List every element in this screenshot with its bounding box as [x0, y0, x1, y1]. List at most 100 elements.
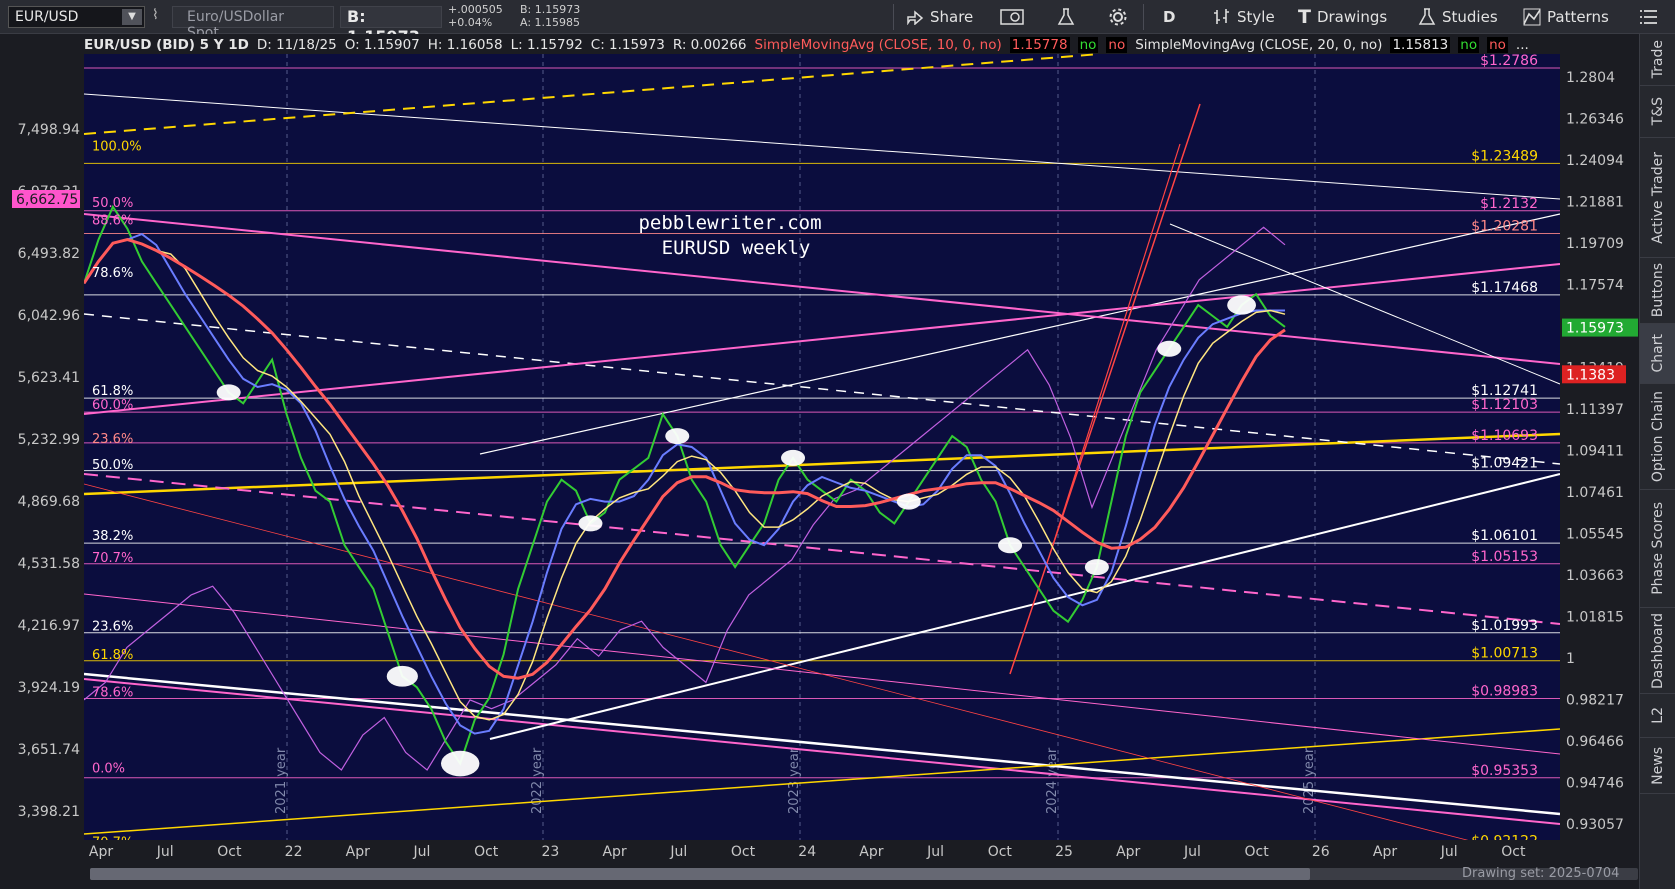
- side-tab-active-trader[interactable]: Active Trader: [1640, 138, 1675, 258]
- fib-label: 50.0%: [92, 196, 133, 211]
- right-axis-tick: 0.98217: [1566, 693, 1624, 709]
- symbol-dropdown-icon[interactable]: ▼: [122, 9, 142, 25]
- side-panel-tabs: Trade T&S Active Trader Buttons Chart Option …: [1639, 34, 1675, 889]
- pivot-marker: [896, 493, 921, 510]
- chart-title: pebblewriter.com: [638, 212, 821, 234]
- drawings-label: Drawings: [1316, 8, 1388, 26]
- x-axis-tick: 26: [1312, 844, 1330, 860]
- right-axis-tick: 1.24094: [1566, 153, 1624, 169]
- x-axis-tick: Jul: [1440, 844, 1458, 860]
- menu-icon: [1640, 10, 1657, 24]
- studies-button[interactable]: Studies: [1410, 5, 1506, 29]
- alerts-button[interactable]: [992, 5, 1032, 29]
- share-icon: [907, 10, 924, 25]
- side-tab-buttons[interactable]: Buttons: [1640, 258, 1675, 324]
- left-axis-tick: 4,216.97: [18, 618, 80, 634]
- right-axis-tick: 1.11397: [1566, 402, 1624, 418]
- side-tab-phase-scores[interactable]: Phase Scores: [1640, 490, 1675, 608]
- change-value: +.000505: [448, 3, 503, 16]
- header-more[interactable]: ...: [1516, 37, 1529, 53]
- red-price-text: 1.1383: [1566, 367, 1615, 383]
- right-axis-tick: 1.01815: [1566, 610, 1624, 626]
- gear-icon: [1109, 8, 1127, 26]
- side-tab-label: Chart: [1650, 334, 1666, 373]
- left-axis-marker: 6,662.75: [16, 192, 78, 208]
- level-label: $0.95353: [1471, 763, 1538, 779]
- symbol-input[interactable]: EUR/USD ▼: [8, 6, 145, 28]
- drawing-set-label: Drawing set: 2025-0704: [1462, 866, 1620, 881]
- level-label: $1.20281: [1471, 218, 1538, 234]
- year-label: 2024 year: [1045, 747, 1060, 814]
- level-label: $1.09421: [1471, 456, 1538, 472]
- left-axis-tick: 6,493.82: [18, 246, 80, 262]
- toolbar-separator: [1143, 4, 1144, 30]
- style-label: Style: [1237, 8, 1275, 26]
- x-axis-tick: Apr: [346, 844, 370, 860]
- side-tab-news[interactable]: News: [1640, 738, 1675, 794]
- x-axis-tick: Oct: [731, 844, 756, 860]
- level-label: $1.10693: [1471, 428, 1538, 444]
- side-tab-chart[interactable]: Chart: [1640, 324, 1675, 384]
- header-symbol-period: EUR/USD (BID) 5 Y 1D: [84, 37, 249, 53]
- side-tab-label: Trade: [1650, 40, 1666, 79]
- left-axis-tick: 3,651.74: [18, 742, 80, 758]
- header-low: L: 1.15792: [510, 37, 583, 53]
- settings-button[interactable]: [1100, 5, 1136, 29]
- year-label: 2022 year: [530, 747, 545, 814]
- header-sma20: SimpleMovingAvg (CLOSE, 20, 0, no): [1135, 37, 1383, 53]
- pivot-marker: [998, 537, 1023, 554]
- fib-label: 78.6%: [92, 266, 133, 281]
- side-tab-label: News: [1650, 746, 1666, 785]
- menu-button[interactable]: [1632, 5, 1666, 29]
- left-axis-tick: 7,498.94: [18, 122, 80, 138]
- header-high: H: 1.16058: [427, 37, 503, 53]
- right-axis-tick: 1.21881: [1566, 195, 1624, 211]
- plot-background: [84, 54, 1560, 840]
- style-icon: [1214, 9, 1229, 24]
- left-axis-tick: 5,623.41: [18, 370, 80, 386]
- header-open: O: 1.15907: [344, 37, 420, 53]
- patterns-button[interactable]: Patterns: [1515, 5, 1617, 29]
- right-axis-tick: 1: [1566, 651, 1575, 667]
- studies-flask-icon: [1418, 8, 1436, 25]
- pivot-marker: [1157, 340, 1182, 357]
- right-axis-tick: 1.05545: [1566, 527, 1624, 543]
- scrollbar-thumb[interactable]: [90, 868, 1310, 880]
- price-alert-icon: [1000, 9, 1024, 25]
- left-axis-tick: 6,042.96: [18, 308, 80, 324]
- header-sma10-value: 1.15778: [1009, 37, 1070, 53]
- x-axis-tick: 24: [798, 844, 816, 860]
- flask-button[interactable]: [1049, 5, 1083, 29]
- side-tab-label: Dashboard: [1650, 612, 1666, 689]
- level-label: $1.12103: [1471, 397, 1538, 413]
- side-tab-dashboard[interactable]: Dashboard: [1640, 608, 1675, 694]
- right-axis-tick: 1.26346: [1566, 112, 1624, 128]
- style-button[interactable]: Style: [1205, 5, 1283, 29]
- side-tab-l2[interactable]: L2: [1640, 694, 1675, 738]
- year-label: 2023 year: [787, 747, 802, 814]
- patterns-label: Patterns: [1547, 8, 1609, 26]
- pivot-marker: [1084, 559, 1109, 576]
- side-tab-label: L2: [1650, 707, 1666, 724]
- left-axis-tick: 5,232.99: [18, 432, 80, 448]
- chart-header: EUR/USD (BID) 5 Y 1D D: 11/18/25 O: 1.15…: [84, 36, 1529, 54]
- chart-canvas[interactable]: 2021 year 2022 year 2023 year 2024 year 2025…: [0, 34, 1639, 861]
- side-tab-trade[interactable]: Trade: [1640, 34, 1675, 86]
- link-icon[interactable]: ⌇: [152, 7, 164, 27]
- current-price-text: 1.15973: [1566, 321, 1624, 337]
- share-button[interactable]: Share: [898, 5, 981, 29]
- side-tab-option-chain[interactable]: Option Chain: [1640, 384, 1675, 490]
- fib-label: 38.2%: [92, 529, 133, 544]
- fib-label: 60.0%: [92, 398, 133, 413]
- right-axis-tick: 0.93057: [1566, 817, 1624, 833]
- bid-small: B: 1.15973: [520, 3, 581, 16]
- flask-icon: [1057, 8, 1075, 25]
- fib-label: 61.8%: [92, 648, 133, 663]
- drawings-button[interactable]: T Drawings: [1290, 5, 1395, 29]
- chart-subtitle: EURUSD weekly: [662, 237, 811, 259]
- pivot-marker: [781, 449, 806, 466]
- side-tab-label: Phase Scores: [1650, 502, 1666, 595]
- period-button[interactable]: D: [1155, 5, 1183, 29]
- fib-label: 88.6%: [92, 213, 133, 228]
- side-tab-t-s[interactable]: T&S: [1640, 86, 1675, 138]
